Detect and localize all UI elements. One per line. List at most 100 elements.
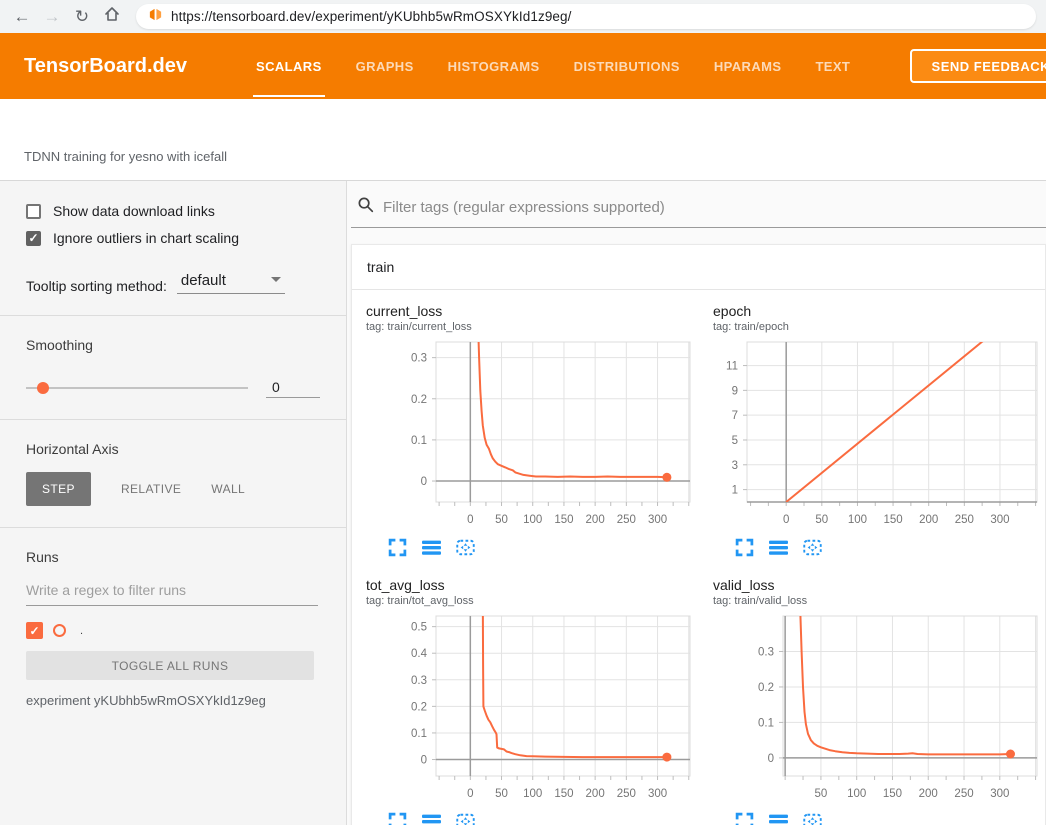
- experiment-title: TDNN training for yesno with icefall: [24, 149, 227, 164]
- chart-title: tot_avg_loss: [366, 577, 703, 594]
- show-download-links-label: Show data download links: [53, 203, 215, 219]
- sidebar-divider: [0, 315, 346, 316]
- svg-text:200: 200: [919, 514, 938, 526]
- back-icon[interactable]: ←: [10, 7, 34, 27]
- address-bar[interactable]: https://tensorboard.dev/experiment/yKUbh…: [136, 4, 1036, 29]
- forward-icon[interactable]: →: [40, 7, 64, 27]
- chevron-down-icon: [271, 277, 281, 282]
- tooltip-sorting-label: Tooltip sorting method:: [26, 278, 167, 294]
- show-download-links-checkbox-row[interactable]: Show data download links: [26, 203, 346, 219]
- svg-text:0.3: 0.3: [411, 675, 427, 687]
- svg-text:5: 5: [732, 435, 738, 447]
- sidebar-divider: [0, 419, 346, 420]
- svg-text:100: 100: [847, 788, 866, 800]
- chart-title: valid_loss: [713, 577, 1046, 594]
- settings-sidebar: Show data download links ✓ Ignore outlie…: [0, 181, 347, 825]
- expand-chart-icon[interactable]: [388, 812, 407, 825]
- fit-domain-icon[interactable]: [456, 812, 475, 825]
- tab-graphs[interactable]: GRAPHS: [339, 33, 431, 99]
- fit-domain-icon[interactable]: [803, 812, 822, 825]
- sidebar-divider: [0, 527, 346, 528]
- runs-label: Runs: [26, 549, 346, 565]
- svg-text:150: 150: [883, 514, 902, 526]
- svg-text:0.1: 0.1: [411, 435, 427, 447]
- svg-text:50: 50: [495, 788, 508, 800]
- tab-hparams[interactable]: HPARAMS: [697, 33, 799, 99]
- fit-domain-icon[interactable]: [456, 538, 475, 557]
- brand-logo: TensorBoard.dev: [24, 55, 187, 78]
- main-content: train current_loss tag: train/current_lo…: [347, 181, 1046, 825]
- smoothing-slider[interactable]: [26, 387, 248, 389]
- svg-text:0.2: 0.2: [758, 682, 774, 694]
- horizontal-axis-label: Horizontal Axis: [26, 441, 346, 457]
- checkbox-unchecked-icon[interactable]: [26, 204, 41, 219]
- experiment-id-label: experiment yKUbhb5wRmOSXYkId1z9eg: [26, 693, 346, 708]
- tensorboard-favicon-icon: [148, 7, 163, 27]
- horizontal-bars-icon[interactable]: [422, 812, 441, 825]
- run-row[interactable]: ✓ .: [26, 622, 346, 639]
- run-name: .: [80, 625, 83, 637]
- send-feedback-button[interactable]: SEND FEEDBACK: [910, 49, 1046, 83]
- svg-text:150: 150: [883, 788, 902, 800]
- svg-text:250: 250: [954, 788, 973, 800]
- run-checkbox-checked-icon[interactable]: ✓: [26, 622, 43, 639]
- tot-avg-loss-plot[interactable]: 00.10.20.30.40.5050100150200250300: [366, 610, 696, 810]
- tab-histograms[interactable]: HISTOGRAMS: [431, 33, 557, 99]
- smoothing-value-input[interactable]: [266, 377, 320, 398]
- fit-domain-icon[interactable]: [803, 538, 822, 557]
- wall-axis-button[interactable]: WALL: [211, 482, 245, 496]
- tab-scalars[interactable]: SCALARS: [239, 33, 339, 99]
- svg-text:1: 1: [732, 485, 738, 497]
- ignore-outliers-checkbox-row[interactable]: ✓ Ignore outliers in chart scaling: [26, 230, 346, 246]
- svg-text:200: 200: [919, 788, 938, 800]
- horizontal-bars-icon[interactable]: [769, 538, 788, 557]
- svg-text:200: 200: [586, 514, 605, 526]
- filter-tags-input[interactable]: [383, 199, 1046, 216]
- svg-text:0.2: 0.2: [411, 394, 427, 406]
- svg-text:100: 100: [523, 788, 542, 800]
- toggle-all-runs-button[interactable]: TOGGLE ALL RUNS: [26, 651, 314, 680]
- svg-text:0.4: 0.4: [411, 648, 428, 660]
- horizontal-bars-icon[interactable]: [422, 538, 441, 557]
- svg-text:0.2: 0.2: [411, 701, 427, 713]
- svg-text:50: 50: [495, 514, 508, 526]
- expand-chart-icon[interactable]: [388, 538, 407, 557]
- tab-distributions[interactable]: DISTRIBUTIONS: [557, 33, 697, 99]
- chart-title: epoch: [713, 303, 1046, 320]
- smoothing-slider-thumb[interactable]: [37, 382, 49, 394]
- svg-text:300: 300: [990, 514, 1009, 526]
- horizontal-bars-icon[interactable]: [769, 812, 788, 825]
- svg-text:150: 150: [554, 514, 573, 526]
- svg-text:300: 300: [648, 788, 667, 800]
- valid-loss-plot[interactable]: 00.10.20.350100150200250300: [713, 610, 1043, 810]
- expand-chart-icon[interactable]: [735, 538, 754, 557]
- chart-tag: tag: train/current_loss: [366, 321, 703, 333]
- relative-axis-button[interactable]: RELATIVE: [121, 482, 181, 496]
- svg-text:0.3: 0.3: [758, 646, 774, 658]
- tooltip-sorting-select[interactable]: default: [177, 272, 285, 294]
- smoothing-label: Smoothing: [26, 337, 346, 353]
- tag-group-title: train: [367, 259, 394, 275]
- svg-text:0.1: 0.1: [411, 728, 427, 740]
- tag-group-header[interactable]: train: [352, 245, 1045, 290]
- step-axis-button[interactable]: STEP: [26, 472, 91, 506]
- svg-text:250: 250: [955, 514, 974, 526]
- search-icon: [357, 196, 374, 218]
- reload-icon[interactable]: ↻: [70, 7, 94, 27]
- svg-text:9: 9: [732, 385, 738, 397]
- checkbox-checked-icon[interactable]: ✓: [26, 231, 41, 246]
- svg-text:50: 50: [815, 788, 828, 800]
- runs-regex-input[interactable]: [26, 582, 318, 606]
- svg-text:0: 0: [421, 476, 427, 488]
- svg-text:300: 300: [990, 788, 1009, 800]
- svg-text:0.3: 0.3: [411, 353, 427, 365]
- ignore-outliers-label: Ignore outliers in chart scaling: [53, 230, 239, 246]
- epoch-plot[interactable]: 1357911050100150200250300: [713, 336, 1043, 536]
- run-color-circle-icon[interactable]: [53, 624, 66, 637]
- home-icon[interactable]: [100, 5, 124, 28]
- svg-text:0: 0: [421, 755, 427, 767]
- tab-text[interactable]: TEXT: [798, 33, 867, 99]
- current-loss-plot[interactable]: 00.10.20.3050100150200250300: [366, 336, 696, 536]
- svg-text:11: 11: [726, 361, 738, 373]
- expand-chart-icon[interactable]: [735, 812, 754, 825]
